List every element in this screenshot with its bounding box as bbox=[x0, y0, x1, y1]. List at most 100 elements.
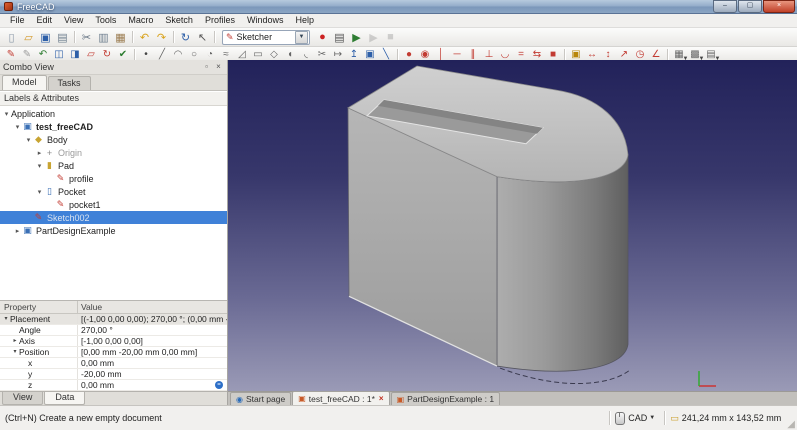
property-value[interactable]: -20,00 mm bbox=[78, 369, 227, 379]
tab-data[interactable]: Data bbox=[44, 392, 86, 405]
view-sketch-icon: ◫ bbox=[54, 49, 64, 60]
tree-item-body[interactable]: ▾ ◆ Body bbox=[0, 133, 227, 146]
property-row-placement[interactable]: ▾ Placement [(-1,00 0,00 0,00); 270,00 °; … bbox=[0, 314, 227, 325]
constrain-vertical-icon: │ bbox=[437, 49, 445, 60]
navigation-style-selector[interactable]: CAD bbox=[628, 413, 647, 423]
document-tab-start-page[interactable]: ◉ Start page bbox=[230, 392, 292, 405]
property-row-y[interactable]: y -20,00 mm bbox=[0, 369, 227, 380]
copy-button[interactable]: ▥ bbox=[96, 29, 112, 45]
toggle-construction-icon: ╲ bbox=[382, 49, 390, 60]
property-row-position[interactable]: ▾ Position [0,00 mm -20,00 mm 0,00 mm] bbox=[0, 347, 227, 358]
file-tools-group: ▯ ▱ ▣ ▤ ✂ ▥ ▦ ↶ ↷ ↻ ↖ bbox=[3, 29, 218, 45]
property-name: Position bbox=[19, 347, 50, 357]
view-section-icon: ◨ bbox=[70, 49, 80, 60]
status-bar: (Ctrl+N) Create a new empty document CAD… bbox=[0, 405, 797, 430]
collapse-arrow-icon[interactable]: ▾ bbox=[35, 188, 44, 196]
expression-editor-icon[interactable]: = bbox=[215, 381, 223, 389]
save-document-button[interactable]: ▣ bbox=[38, 29, 54, 45]
tab-view[interactable]: View bbox=[2, 392, 44, 405]
panel-title-bar[interactable]: Combo View ▫ × bbox=[0, 60, 227, 75]
tree-item-origin[interactable]: ▸ + Origin bbox=[0, 146, 227, 159]
new-document-icon: ▯ bbox=[8, 31, 15, 44]
property-value[interactable]: 0,00 mm bbox=[78, 358, 227, 368]
constrain-distance-y-icon: ↕ bbox=[605, 49, 611, 60]
dimension-icon: ▭ bbox=[670, 412, 679, 423]
expand-arrow-icon[interactable]: ▸ bbox=[35, 149, 44, 157]
tree-item-profile[interactable]: ✎ profile bbox=[0, 172, 227, 185]
property-row-axis[interactable]: ▸ Axis [-1,00 0,00 0,00] bbox=[0, 336, 227, 347]
menu-view[interactable]: View bbox=[58, 14, 89, 27]
collapse-arrow-icon[interactable]: ▾ bbox=[2, 110, 11, 118]
menu-macro[interactable]: Macro bbox=[122, 14, 159, 27]
title-bar[interactable]: FreeCAD – ▢ × bbox=[0, 0, 797, 14]
property-expander-icon[interactable]: ▸ bbox=[11, 336, 19, 346]
expand-arrow-icon[interactable]: ▸ bbox=[13, 227, 22, 235]
tab-model[interactable]: Model bbox=[2, 75, 47, 90]
axis-cross-indicator bbox=[698, 371, 716, 387]
macros-dialog-button[interactable]: ▤ bbox=[332, 29, 348, 45]
collapse-arrow-icon[interactable]: ▾ bbox=[35, 162, 44, 170]
close-tab-icon[interactable]: × bbox=[379, 394, 384, 403]
menu-file[interactable]: File bbox=[4, 14, 31, 27]
undo-button[interactable]: ↶ bbox=[137, 29, 153, 45]
tab-tasks[interactable]: Tasks bbox=[47, 76, 91, 90]
toolbar-separator bbox=[564, 48, 565, 61]
property-value[interactable]: 0,00 mm bbox=[78, 380, 227, 390]
create-circle-icon: ○ bbox=[190, 49, 198, 60]
menu-profiles[interactable]: Profiles bbox=[199, 14, 241, 27]
property-expander-icon[interactable]: ▾ bbox=[2, 314, 10, 324]
macro-execute-button[interactable]: ▶ bbox=[349, 29, 365, 45]
menu-windows[interactable]: Windows bbox=[241, 14, 290, 27]
macro-debug-button[interactable]: ▶ bbox=[366, 29, 382, 45]
whats-this-button[interactable]: ↖ bbox=[195, 29, 211, 45]
menu-tools[interactable]: Tools bbox=[89, 14, 122, 27]
tree-item-pocket1[interactable]: ✎ pocket1 bbox=[0, 198, 227, 211]
refresh-button[interactable]: ↻ bbox=[178, 29, 194, 45]
property-value[interactable]: [(-1,00 0,00 0,00); 270,00 °; (0,00 mm -… bbox=[78, 314, 227, 324]
minimize-button[interactable]: – bbox=[713, 0, 737, 13]
new-document-button[interactable]: ▯ bbox=[4, 29, 20, 45]
menu-help[interactable]: Help bbox=[289, 14, 320, 27]
edit-sketch-icon: ✎ bbox=[22, 49, 32, 60]
float-panel-icon[interactable]: ▫ bbox=[201, 62, 212, 73]
pad-curved-face[interactable] bbox=[496, 154, 629, 372]
chevron-down-icon[interactable]: ▼ bbox=[295, 30, 308, 44]
toolbar-separator bbox=[397, 48, 398, 61]
workbench-selector[interactable]: ✎ Sketcher ▼ bbox=[222, 29, 310, 45]
menu-sketch[interactable]: Sketch bbox=[159, 14, 199, 27]
tree-item-sketch002[interactable]: ✎ Sketch002 bbox=[0, 211, 227, 224]
resize-grip[interactable]: ◢ bbox=[787, 419, 795, 430]
paste-button[interactable]: ▦ bbox=[113, 29, 129, 45]
print-icon: ▤ bbox=[57, 31, 68, 44]
property-value[interactable]: [0,00 mm -20,00 mm 0,00 mm] bbox=[78, 347, 227, 357]
print-button[interactable]: ▤ bbox=[55, 29, 71, 45]
property-expander-icon[interactable]: ▾ bbox=[11, 347, 19, 357]
property-row-angle[interactable]: Angle 270,00 ° bbox=[0, 325, 227, 336]
collapse-arrow-icon[interactable]: ▾ bbox=[24, 136, 33, 144]
macro-stop-button[interactable]: ■ bbox=[383, 29, 399, 45]
close-button[interactable]: × bbox=[763, 0, 795, 13]
open-document-button[interactable]: ▱ bbox=[21, 29, 37, 45]
tree-item-pocket[interactable]: ▾ ▯ Pocket bbox=[0, 185, 227, 198]
menu-edit[interactable]: Edit bbox=[31, 14, 59, 27]
property-value[interactable]: 270,00 ° bbox=[78, 325, 227, 335]
tree-item-pad[interactable]: ▾ ▮ Pad bbox=[0, 159, 227, 172]
carbon-copy-icon: ▣ bbox=[365, 49, 375, 60]
3d-viewport[interactable] bbox=[228, 60, 797, 391]
cut-button[interactable]: ✂ bbox=[79, 29, 95, 45]
tree-item-test-freecad[interactable]: ▾ ▣ test_freeCAD bbox=[0, 120, 227, 133]
tree-item-partdesignexample[interactable]: ▸ ▣ PartDesignExample bbox=[0, 224, 227, 237]
document-tab-test-freecad-1[interactable]: ▣ test_freeCAD : 1* × bbox=[292, 391, 390, 405]
document-tab-partdesignexample-1[interactable]: ▣ PartDesignExample : 1 bbox=[390, 392, 501, 405]
tree-item-application[interactable]: ▾ Application bbox=[0, 107, 227, 120]
property-row-z[interactable]: z 0,00 mm bbox=[0, 380, 227, 391]
macro-record-button[interactable]: ● bbox=[315, 29, 331, 45]
property-row-x[interactable]: x 0,00 mm bbox=[0, 358, 227, 369]
property-name: Placement bbox=[10, 314, 51, 324]
maximize-button[interactable]: ▢ bbox=[738, 0, 762, 13]
collapse-arrow-icon[interactable]: ▾ bbox=[13, 123, 22, 131]
close-panel-icon[interactable]: × bbox=[213, 62, 224, 73]
redo-button[interactable]: ↷ bbox=[154, 29, 170, 45]
pad-solid[interactable] bbox=[347, 65, 632, 385]
property-value[interactable]: [-1,00 0,00 0,00] bbox=[78, 336, 227, 346]
